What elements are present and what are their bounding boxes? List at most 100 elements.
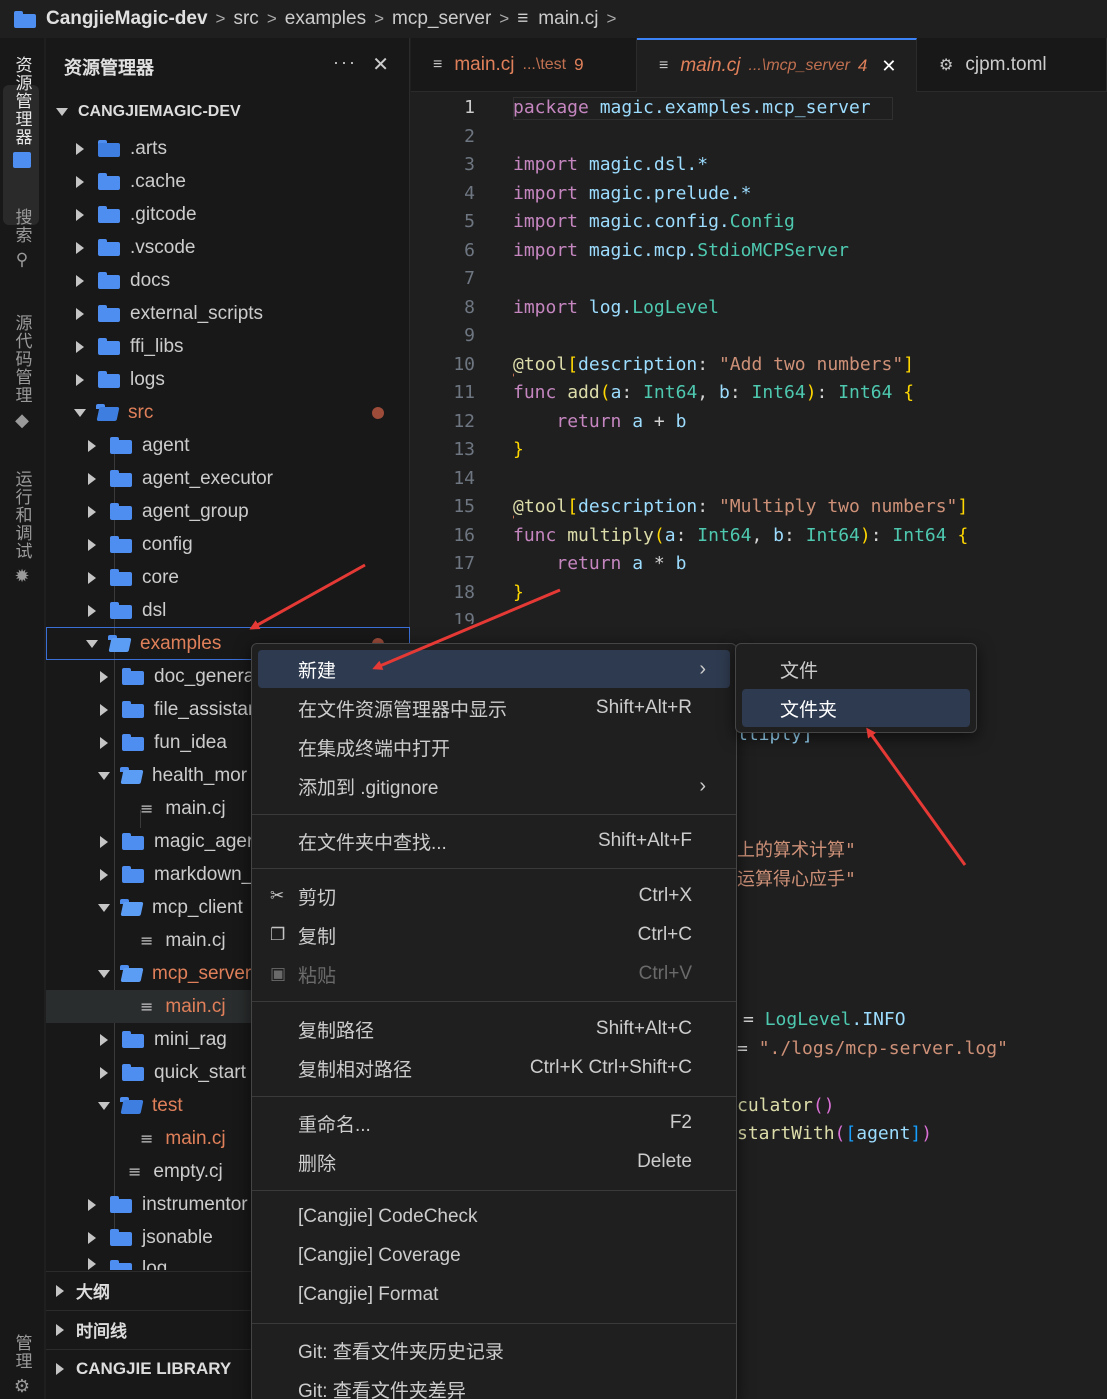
activity-manage[interactable]: 管理 ⚙ [0,1334,44,1397]
submenu-item-new-file[interactable]: 文件 [742,650,970,688]
code-token: import [513,183,579,204]
code-token: func [513,525,557,546]
tree-item-vscode[interactable]: .vscode [46,231,410,264]
modified-dot [372,406,384,419]
breadcrumb-item-mcp-server[interactable]: mcp_server [392,8,491,30]
tree-item-dsl[interactable]: dsl [46,594,410,627]
menu-item-label: 粘贴 [298,965,337,987]
tree-item-label: examples [140,632,222,654]
tree-item-cache[interactable]: .cache [46,165,410,198]
menu-item-git-folder-history[interactable]: Git: 查看文件夹历史记录 [258,1331,730,1369]
folder-icon [110,503,132,520]
bug-icon: ✹ [14,566,30,586]
tab-main-cj-test[interactable]: ≡ main.cj ...\test 9 [411,38,637,92]
menu-item-delete[interactable]: 删除 Delete [258,1143,730,1181]
close-icon[interactable]: ✕ [372,52,389,77]
tree-item-config[interactable]: config [46,528,410,561]
breadcrumb-item-src[interactable]: src [233,8,258,30]
menu-item-cut[interactable]: ✂ 剪切 Ctrl+X [258,877,730,915]
code-fragment: = LogLevel.INFO [743,1009,906,1030]
code-token: b [773,525,784,546]
tree-item-src[interactable]: src [46,396,410,429]
menu-item-new[interactable]: 新建 › [258,650,730,688]
chevron-right-icon [76,307,84,320]
tab-cjpm-toml[interactable]: ⚙ cjpm.toml [917,38,1107,92]
workspace-root[interactable]: CANGJIEMAGIC-DEV [46,98,410,126]
tree-item-label: .gitcode [130,203,197,225]
code-token: import [513,154,579,175]
close-icon[interactable]: ✕ [881,56,896,77]
chevron-right-icon [100,670,108,683]
code-line: import magic.dsl.* [513,154,708,175]
code-token: + [653,411,665,432]
more-actions-icon[interactable]: ··· [333,52,357,73]
tree-item-arts[interactable]: .arts [46,132,410,165]
line-number: 1 [464,97,475,118]
menu-item-open-in-terminal[interactable]: 在集成终端中打开 [258,728,730,766]
chevron-right-icon: > [606,9,617,28]
menu-item-copy-relative-path[interactable]: 复制相对路径 Ctrl+K Ctrl+Shift+C [258,1049,730,1087]
menu-item-reveal-in-explorer[interactable]: 在文件资源管理器中显示 Shift+Alt+R [258,689,730,727]
tree-item-ffi-libs[interactable]: ffi_libs [46,330,410,363]
code-token: agent [856,1123,911,1144]
tree-item-label: log [142,1258,168,1270]
code-token: Int64 [751,382,806,403]
activity-scm[interactable]: 源代码管理 ◆ [0,314,44,431]
activity-explorer[interactable]: 资源管理器 [0,56,44,168]
menu-item-cangjie-format[interactable]: [Cangjie] Format [258,1276,730,1314]
submenu-item-new-folder[interactable]: 文件夹 [742,689,970,727]
tree-item-docs[interactable]: docs [46,264,410,297]
breadcrumb-item-examples[interactable]: examples [285,8,366,30]
code-token: "./logs/mcp-server.log" [758,1038,1008,1059]
tree-item-label: agent_executor [142,467,273,489]
activity-debug[interactable]: 运行和调试 ✹ [0,470,44,587]
tree-item-label: main.cj [165,797,226,819]
line-number: 14 [453,468,475,489]
tree-item-label: empty.cj [153,1160,223,1182]
tree-item-gitcode[interactable]: .gitcode [46,198,410,231]
folder-open-icon [120,965,142,982]
menu-item-git-folder-diff[interactable]: Git: 查看文件夹差异 [258,1370,730,1399]
breadcrumb-item-main-cj[interactable]: main.cj [538,8,598,30]
menu-item-cangjie-coverage[interactable]: [Cangjie] Coverage [258,1237,730,1275]
code-line: return a + b [513,411,686,432]
context-menu: 新建 › 在文件资源管理器中显示 Shift+Alt+R 在集成终端中打开 添加… [251,643,737,1399]
folder-open-icon [120,1097,142,1114]
code-token: multiply [567,525,654,546]
menu-item-cangjie-codecheck[interactable]: [Cangjie] CodeCheck [258,1198,730,1236]
menu-item-find-in-folder[interactable]: 在文件夹中查找... Shift+Alt+F [258,822,730,860]
menu-item-copy[interactable]: ❐ 复制 Ctrl+C [258,916,730,954]
menu-separator [252,1001,736,1002]
tree-item-label: mcp_client [152,896,243,918]
code-line: return a * b [513,553,686,574]
folder-icon [110,1260,132,1270]
menu-item-add-to-gitignore[interactable]: 添加到 .gitignore › [258,767,730,805]
tree-item-core[interactable]: core [46,561,410,594]
breadcrumb-item-workspace[interactable]: CangjieMagic-dev [46,8,208,30]
line-number: 10 [453,354,475,375]
folder-icon [110,1196,132,1213]
code-line: func add(a: Int64, b: Int64): Int64 { [513,382,915,403]
tree-item-logs[interactable]: logs [46,363,410,396]
code-token: 上的算术计算" [737,840,856,861]
tree-item-label: test [152,1094,183,1116]
chevron-right-icon [76,208,84,221]
menu-item-label: 复制 [298,926,337,948]
tree-item-agent-executor[interactable]: agent_executor [46,462,410,495]
menu-item-paste[interactable]: ▣ 粘贴 Ctrl+V [258,955,730,993]
tree-item-external-scripts[interactable]: external_scripts [46,297,410,330]
folder-open-icon [120,767,142,784]
tab-main-cj-mcp-server[interactable]: ≡ main.cj ...\mcp_server 4 ✕ [637,38,917,92]
tree-item-agent-group[interactable]: agent_group [46,495,410,528]
code-token: .INFO [851,1009,906,1030]
tree-item-label: mcp_server [152,962,252,984]
tab-path: ...\mcp_server [748,57,850,74]
chevron-right-icon [56,1323,64,1336]
menu-item-rename[interactable]: 重命名... F2 [258,1104,730,1142]
code-token: tool [523,496,568,517]
activity-search[interactable]: 搜索 ⚲ [0,208,44,270]
tree-item-agent[interactable]: agent [46,429,410,462]
menu-item-copy-path[interactable]: 复制路径 Shift+Alt+C [258,1010,730,1048]
folder-icon [110,1229,132,1246]
clipboard-icon: ▣ [270,964,287,983]
